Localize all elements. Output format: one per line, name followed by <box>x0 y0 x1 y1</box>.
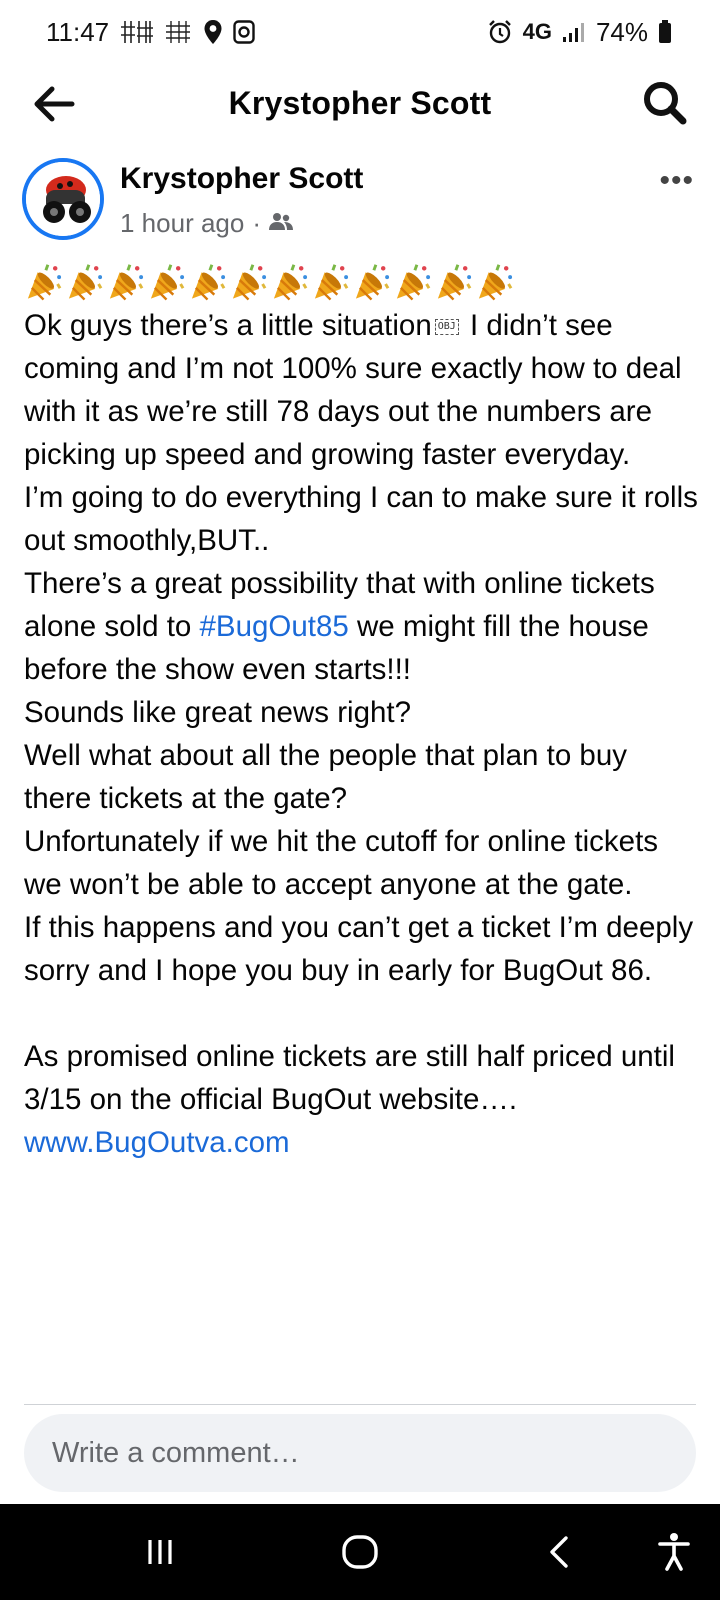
paragraph-6: Unfortunately if we hit the cutoff for o… <box>24 825 659 901</box>
divider <box>24 1404 696 1405</box>
alarm-icon <box>487 19 513 45</box>
hashtag-link[interactable]: #BugOut85 <box>200 610 349 643</box>
grid-notification-icon <box>119 19 154 45</box>
post-author-name[interactable]: Krystopher Scott <box>120 162 363 196</box>
post-time[interactable]: 1 hour ago <box>120 208 244 239</box>
network-type: 4G <box>522 19 552 44</box>
status-right: 4G 74% <box>487 17 672 48</box>
back-nav-icon[interactable] <box>536 1528 584 1576</box>
party-popper-icon <box>109 264 144 301</box>
app-notification-icon <box>233 20 255 44</box>
website-link[interactable]: www.BugOutva.com <box>24 1121 700 1164</box>
party-popper-icon <box>27 264 62 301</box>
party-popper-icon <box>314 264 349 301</box>
page-title: Krystopher Scott <box>228 84 492 121</box>
status-time: 11:47 <box>46 16 110 47</box>
home-icon[interactable] <box>336 1528 384 1576</box>
avatar[interactable] <box>22 158 104 240</box>
system-nav-bar <box>0 1504 720 1600</box>
party-popper-icon <box>478 264 513 301</box>
search-icon[interactable] <box>640 78 690 128</box>
screen: 11:47 4G 74% Krystopher Scott Krystopher… <box>0 0 720 1600</box>
status-bar: 11:47 4G 74% <box>0 0 720 64</box>
ladybug-truck-avatar-icon <box>26 162 100 236</box>
paragraph-3: There’s a great possibility that with on… <box>24 562 700 691</box>
status-left: 11:47 <box>46 17 255 48</box>
more-options-icon[interactable]: ••• <box>659 164 694 198</box>
party-popper-icon <box>232 264 267 301</box>
paragraph-4: Sounds like great news right? <box>24 696 412 729</box>
friends-audience-icon <box>269 208 293 239</box>
top-header: Krystopher Scott <box>0 64 720 142</box>
party-popper-icon <box>273 264 308 301</box>
post-header: Krystopher Scott 1 hour ago · ••• <box>22 156 702 246</box>
party-popper-icon <box>437 264 472 301</box>
paragraph-2: I’m going to do everything I can to make… <box>24 481 698 557</box>
party-popper-icon <box>68 264 103 301</box>
post-body: Ok guys there’s a little situation OBJ I … <box>24 262 700 1164</box>
party-popper-icon <box>191 264 226 301</box>
post-meta: 1 hour ago · <box>120 208 293 239</box>
comment-input[interactable]: Write a comment… <box>24 1414 696 1492</box>
paragraph-1-start: Ok guys there’s a little situation <box>24 309 432 342</box>
party-popper-icon <box>150 264 185 301</box>
location-pin-icon <box>203 19 223 45</box>
signal-icon <box>562 21 586 43</box>
back-arrow-icon[interactable] <box>30 80 78 128</box>
recent-apps-icon[interactable] <box>136 1528 184 1576</box>
comment-placeholder: Write a comment… <box>52 1436 300 1469</box>
paragraph-5: Well what about all the people that plan… <box>24 739 627 815</box>
battery-percent: 74% <box>595 16 648 47</box>
paragraph-8: As promised online tickets are still hal… <box>24 1040 675 1116</box>
accessibility-icon[interactable] <box>650 1528 698 1576</box>
party-popper-icon <box>396 264 431 301</box>
paragraph-1: Ok guys there’s a little situation OBJ I … <box>24 304 700 476</box>
paragraph-7: If this happens and you can’t get a tick… <box>24 911 694 987</box>
battery-icon <box>658 20 672 44</box>
grid-notification-2-icon <box>163 19 193 45</box>
meta-separator: · <box>252 208 261 238</box>
obj-placeholder-icon: OBJ <box>434 319 459 336</box>
party-popper-icon <box>355 264 390 301</box>
emoji-row <box>24 262 700 302</box>
